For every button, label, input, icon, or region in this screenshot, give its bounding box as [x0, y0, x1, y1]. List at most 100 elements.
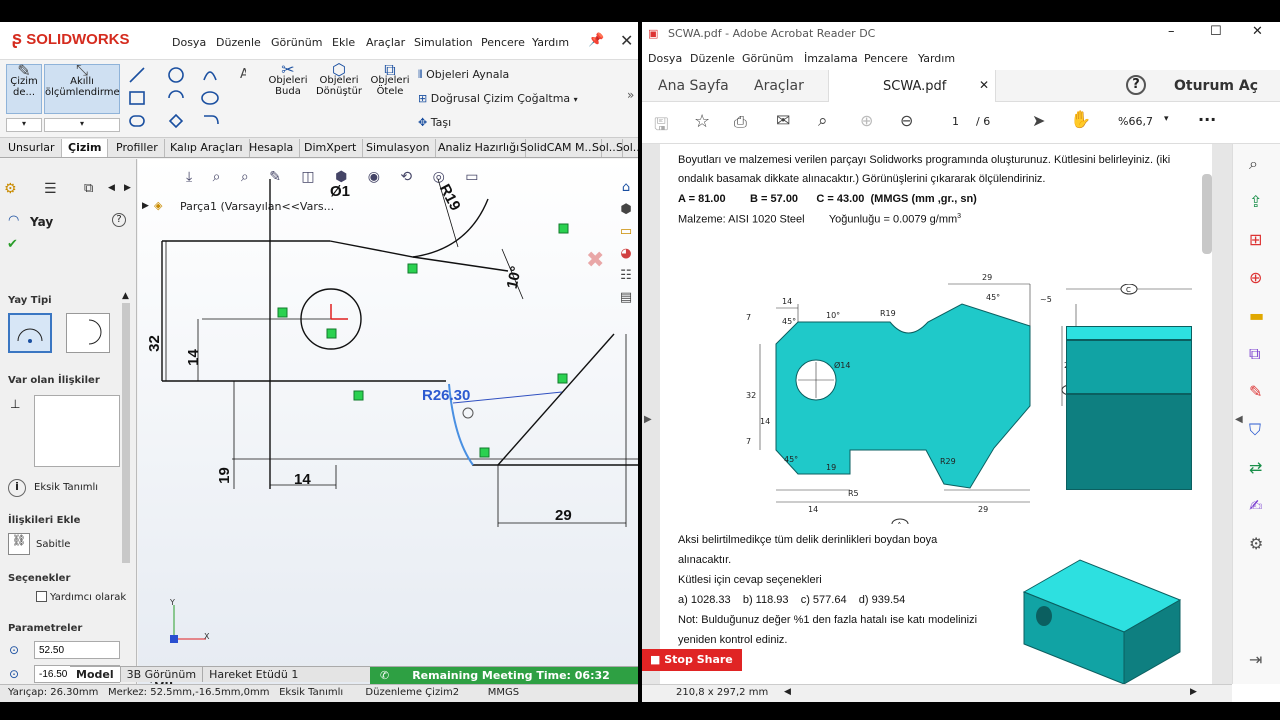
convert-entities-button[interactable]: ⬡ Objeleri Dönüştür: [314, 62, 364, 98]
properties-icon[interactable]: ☷: [614, 268, 638, 290]
tab-motion-study[interactable]: Hareket Etüdü 1: [203, 667, 304, 682]
menu-yardim[interactable]: Yardım: [532, 36, 569, 49]
protect-icon[interactable]: ⛉: [1249, 420, 1261, 440]
ac-menu-pencere[interactable]: Pencere: [864, 52, 908, 65]
hscroll-left-icon[interactable]: ◀: [784, 687, 791, 697]
rail-toggle-icon[interactable]: ◀: [1235, 414, 1243, 425]
menu-gorunum[interactable]: Görünüm: [271, 36, 322, 49]
param-x-field[interactable]: [34, 641, 120, 659]
window-close-icon[interactable]: ✕: [1252, 24, 1263, 39]
menu-pencere[interactable]: Pencere: [481, 36, 525, 49]
ac-menu-imzalama[interactable]: İmzalama: [804, 52, 858, 65]
arc-type-centerpoint[interactable]: [8, 313, 52, 353]
fix-relation-icon[interactable]: ⛓: [8, 533, 30, 555]
offset-entities-button[interactable]: ⧉ Objeleri Ötele: [368, 62, 412, 98]
panel-scrollbar[interactable]: [122, 303, 130, 563]
export-pdf-icon[interactable]: ⇪: [1249, 192, 1262, 211]
tab-hesapla[interactable]: Hesapla: [243, 139, 301, 157]
dim-32[interactable]: 32: [146, 335, 163, 352]
tab-analiz[interactable]: Analiz Hazırlığı: [432, 139, 527, 157]
zoom-level[interactable]: %66,7: [1118, 115, 1153, 128]
menu-duzenle[interactable]: Düzenle: [216, 36, 261, 49]
tab-close-icon[interactable]: ✕: [979, 78, 989, 92]
share-icon[interactable]: ⇄: [1249, 458, 1262, 477]
tab-kalip-araclari[interactable]: Kalıp Araçları: [164, 139, 250, 157]
nav-right-icon[interactable]: ▶: [124, 183, 131, 193]
page-current[interactable]: 1: [952, 115, 959, 128]
more-icon[interactable]: ···: [1198, 110, 1216, 129]
dim-14-vertical[interactable]: 14: [185, 349, 202, 366]
menu-ekle[interactable]: Ekle: [332, 36, 355, 49]
sketch-canvas[interactable]: ✖ Y X: [138, 159, 638, 687]
forum-icon[interactable]: ▤: [614, 290, 638, 312]
menu-simulation[interactable]: Simulation: [414, 36, 473, 49]
move-entities-button[interactable]: ✥ Taşı: [418, 116, 451, 129]
save-icon[interactable]: 🖫: [654, 112, 668, 141]
ac-menu-duzenle[interactable]: Düzenle: [690, 52, 735, 65]
tab-ana-sayfa[interactable]: Ana Sayfa: [658, 78, 729, 94]
trim-entities-button[interactable]: ✂ Objeleri Buda: [268, 62, 308, 98]
dim-29[interactable]: 29: [555, 507, 572, 524]
construction-checkbox[interactable]: [36, 591, 47, 602]
sketch-dropdown[interactable]: ▾: [6, 118, 42, 132]
home-icon[interactable]: ⌂: [614, 180, 638, 202]
graphics-area[interactable]: ▶ ◈ Parça1 (Varsayılan<<Vars... ⤓ ⌕ ⌕ ✎ …: [138, 159, 638, 689]
maximize-icon[interactable]: ☐: [1210, 24, 1222, 39]
dim-14-horizontal[interactable]: 14: [294, 471, 311, 488]
fill-sign-icon[interactable]: ✎: [1249, 382, 1262, 401]
ac-help-icon[interactable]: ?: [1126, 75, 1146, 95]
property-manager-icon[interactable]: ☰: [44, 181, 57, 197]
sign-icon[interactable]: ✍: [1249, 496, 1262, 515]
ribbon-expand-icon[interactable]: »: [627, 88, 634, 102]
ac-menu-dosya[interactable]: Dosya: [648, 52, 682, 65]
linear-pattern-button[interactable]: ⊞ Doğrusal Çizim Çoğaltma ▾: [418, 92, 578, 105]
arc-type-tangent[interactable]: [66, 313, 110, 353]
zoom-search-icon[interactable]: ⌕: [818, 111, 828, 131]
tab-simulasyon[interactable]: Simulasyon: [360, 139, 437, 157]
menu-dosya[interactable]: Dosya: [172, 36, 206, 49]
tab-sol-2[interactable]: Sol...: [610, 139, 638, 157]
more-tools-icon[interactable]: ⚙: [1249, 534, 1263, 553]
tab-3d-view[interactable]: 3B Görünüm: [121, 667, 204, 682]
appearance-icon[interactable]: ◕: [614, 246, 638, 268]
select-cursor-icon[interactable]: ➤: [1032, 111, 1045, 130]
status-units[interactable]: MMGS: [488, 687, 519, 698]
combine-icon[interactable]: ⧉: [1249, 344, 1260, 364]
relations-list[interactable]: [34, 395, 120, 467]
stop-share-button[interactable]: ■ Stop Share: [642, 649, 742, 671]
pin-icon[interactable]: 📌: [588, 33, 604, 48]
zoom-tool-icon[interactable]: ⌕: [1249, 154, 1258, 174]
help-icon[interactable]: ?: [112, 213, 126, 227]
page-up-icon[interactable]: ⊕: [860, 111, 873, 130]
edit-pdf-icon[interactable]: ⊕: [1249, 268, 1262, 287]
comment-icon[interactable]: ▬: [1249, 306, 1264, 325]
page-down-icon[interactable]: ⊖: [900, 111, 913, 130]
tab-model[interactable]: Model: [70, 667, 121, 682]
fix-relation-label[interactable]: Sabitle: [36, 539, 70, 550]
dim-19[interactable]: 19: [216, 467, 233, 484]
smart-dimension-button[interactable]: ⤡ Akıllı ölçümlendirme: [44, 63, 120, 114]
hscroll-right-icon[interactable]: ▶: [1190, 687, 1197, 697]
print-icon[interactable]: ⎙: [734, 112, 747, 132]
document-view[interactable]: ▶ Boyutları ve malzemesi verilen parçayı…: [642, 144, 1232, 684]
nav-left-icon[interactable]: ◀: [108, 183, 115, 193]
sketch-tools-grid[interactable]: A: [126, 64, 246, 134]
mail-icon[interactable]: ✉: [776, 111, 790, 131]
collapse-rail-icon[interactable]: ⇥: [1249, 650, 1262, 669]
resources-icon[interactable]: ⬢: [614, 202, 638, 224]
dim-r26-active[interactable]: R26.30: [422, 387, 470, 404]
menu-araclar[interactable]: Araçlar: [366, 36, 405, 49]
close-icon[interactable]: ✕: [620, 31, 633, 50]
folder-icon[interactable]: ▭: [614, 224, 638, 246]
tab-profiller[interactable]: Profiller: [110, 139, 165, 157]
bookmark-star-icon[interactable]: ☆: [694, 111, 710, 132]
config-manager-icon[interactable]: ⧉: [84, 181, 93, 196]
dim-diameter[interactable]: Ø1: [330, 183, 350, 200]
minimize-icon[interactable]: –: [1168, 24, 1175, 39]
collapse-icon[interactable]: ▲: [122, 291, 129, 301]
zoom-dropdown-icon[interactable]: ▾: [1164, 114, 1169, 124]
feature-manager-icon[interactable]: ⚙: [4, 181, 17, 197]
sketch-button[interactable]: ✎ Çizim de...: [6, 63, 42, 114]
sign-in-button[interactable]: Oturum Aç: [1174, 78, 1258, 94]
tab-araclar[interactable]: Araçlar: [754, 78, 804, 94]
